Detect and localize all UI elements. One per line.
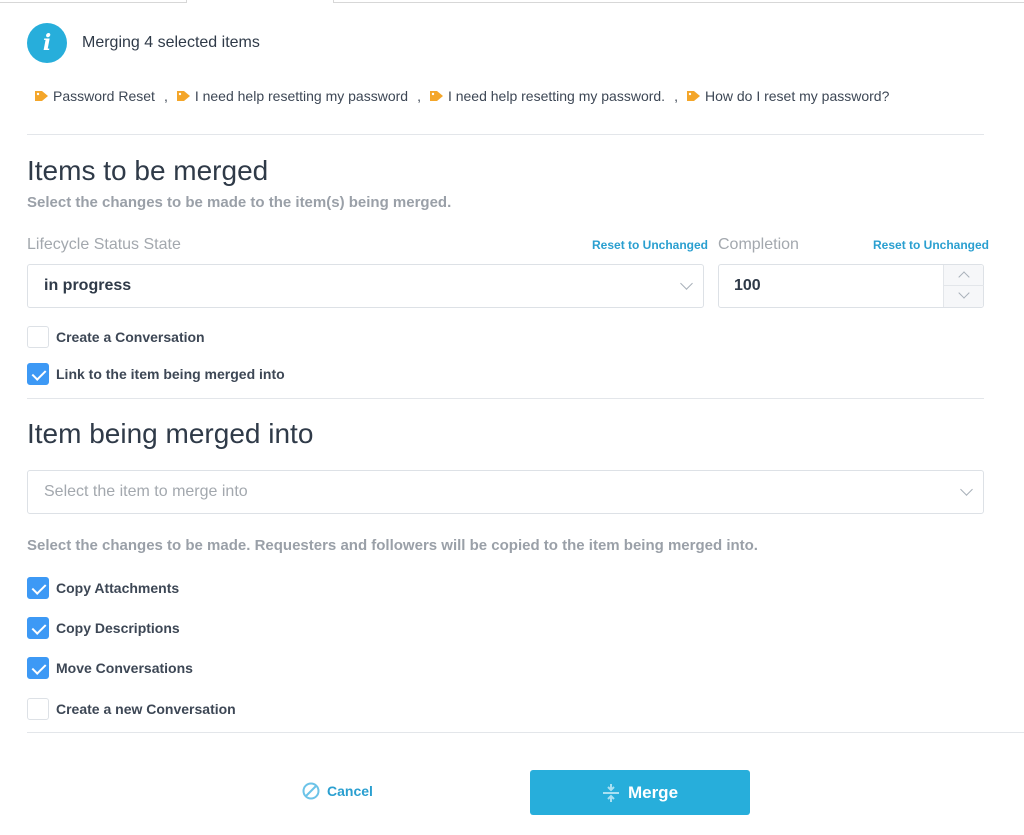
tag-label: I need help resetting my password — [194, 88, 409, 104]
tag-item: I need help resetting my password — [176, 88, 408, 104]
tag-separator: , — [163, 88, 168, 104]
checkbox-label: Link to the item being merged into — [56, 366, 285, 382]
chevron-down-icon — [680, 277, 693, 290]
copy-descriptions-checkbox[interactable]: Copy Descriptions — [27, 617, 180, 639]
tag-icon — [686, 91, 700, 101]
cancel-button[interactable]: Cancel — [302, 782, 373, 800]
completion-input[interactable]: 100 — [718, 264, 984, 308]
checkbox[interactable] — [27, 657, 49, 679]
completion-label: Completion — [718, 236, 799, 253]
merge-target-select[interactable]: Select the item to merge into — [27, 470, 984, 514]
merge-target-description: Select the changes to be made. Requester… — [27, 537, 758, 554]
completion-value: 100 — [734, 277, 761, 294]
create-new-conversation-checkbox[interactable]: Create a new Conversation — [27, 698, 236, 720]
checkbox-label: Copy Attachments — [56, 580, 180, 596]
tag-label: I need help resetting my password. — [447, 88, 666, 104]
checkbox-label: Move Conversations — [56, 660, 193, 676]
divider — [27, 398, 984, 399]
tag-item: I need help resetting my password. — [429, 88, 665, 104]
tag-item: Password Reset — [34, 88, 155, 104]
footer-divider — [27, 732, 1024, 733]
lifecycle-reset-link[interactable]: Reset to Unchanged — [592, 238, 708, 252]
checkbox[interactable] — [27, 698, 49, 720]
items-to-merge-heading: Items to be merged — [27, 155, 269, 186]
merge-icon — [602, 783, 619, 802]
tag-separator: , — [417, 88, 421, 104]
tag-label: Password Reset — [53, 88, 155, 104]
lifecycle-status-value: in progress — [44, 277, 132, 294]
completion-stepper[interactable] — [943, 265, 984, 307]
tag-item: How do I reset my password? — [686, 88, 889, 104]
tag-icon — [176, 91, 190, 101]
lifecycle-status-label: Lifecycle Status State — [27, 236, 181, 253]
chevron-down-icon — [960, 483, 973, 496]
copy-attachments-checkbox[interactable]: Copy Attachments — [27, 577, 179, 599]
link-to-merged-item-checkbox[interactable]: Link to the item being merged into — [27, 363, 285, 385]
info-icon: i — [27, 23, 67, 63]
dialog-header: i Merging 4 selected items — [27, 23, 260, 63]
lifecycle-status-select[interactable]: in progress — [27, 264, 704, 308]
checkbox-label: Create a new Conversation — [56, 701, 236, 717]
tab-strip — [0, 0, 1024, 3]
merge-dialog: i Merging 4 selected items Password Rese… — [0, 0, 1024, 835]
checkbox[interactable] — [27, 617, 49, 639]
tag-icon — [429, 91, 443, 101]
tag-icon — [35, 91, 48, 101]
move-conversations-checkbox[interactable]: Move Conversations — [27, 657, 193, 679]
completion-reset-link[interactable]: Reset to Unchanged — [873, 238, 989, 252]
create-conversation-checkbox[interactable]: Create a Conversation — [27, 326, 205, 348]
tag-separator: , — [674, 88, 678, 104]
dialog-title: Merging 4 selected items — [82, 34, 260, 51]
chevron-down-icon[interactable] — [944, 286, 984, 307]
tab-right[interactable] — [333, 0, 1024, 3]
merge-target-placeholder: Select the item to merge into — [44, 483, 248, 500]
checkbox-label: Create a Conversation — [56, 329, 205, 345]
cancel-icon — [302, 782, 320, 800]
merge-label: Merge — [627, 782, 679, 802]
checkbox[interactable] — [27, 363, 49, 385]
cancel-label: Cancel — [327, 783, 373, 799]
chevron-up-icon[interactable] — [944, 265, 984, 286]
merge-target-heading: Item being merged into — [27, 418, 314, 449]
merge-button[interactable]: Merge — [530, 770, 750, 815]
selected-items-list: Password Reset , I need help resetting m… — [34, 88, 889, 104]
checkbox[interactable] — [27, 577, 49, 599]
items-to-merge-subtitle: Select the changes to be made to the ite… — [27, 194, 452, 211]
checkbox-label: Copy Descriptions — [56, 620, 180, 636]
divider — [27, 134, 984, 135]
tab-left[interactable] — [0, 0, 187, 3]
tag-label: How do I reset my password? — [704, 88, 890, 104]
checkbox[interactable] — [27, 326, 49, 348]
